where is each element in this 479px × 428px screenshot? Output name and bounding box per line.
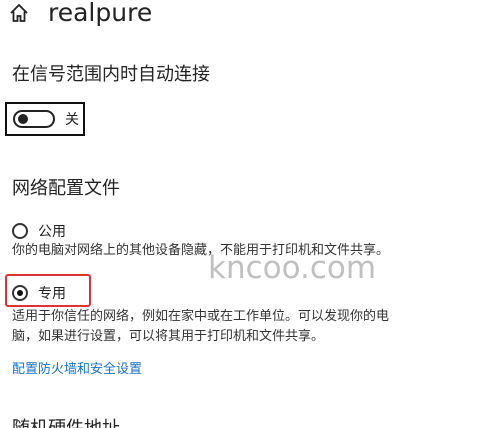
auto-connect-toggle[interactable] (13, 110, 55, 128)
auto-connect-toggle-frame: 关 (5, 102, 85, 136)
private-description-line2: 脑，如果进行设置，可以将其用于打印机和文件共享。 (12, 329, 325, 344)
radio-public-label: 公用 (38, 224, 66, 240)
private-description-line1: 适用于你信任的网络，例如在家中或在工作单位。可以发现你的电 (12, 309, 390, 324)
radio-public[interactable]: 公用 (12, 221, 66, 241)
network-profile-title: 网络配置文件 (12, 178, 120, 199)
watermark: kncoo.com (208, 250, 377, 286)
radio-dot (17, 290, 23, 296)
page-header: realpure (8, 0, 152, 26)
home-icon[interactable] (8, 2, 30, 24)
auto-connect-title: 在信号范围内时自动连接 (12, 64, 210, 85)
radio-private-circle[interactable] (12, 285, 28, 301)
radio-private-label: 专用 (38, 286, 66, 302)
radio-private[interactable]: 专用 (12, 283, 66, 303)
radio-public-circle[interactable] (12, 223, 28, 239)
page-title: realpure (48, 0, 153, 27)
hardware-address-title: 随机硬件地址 (12, 414, 120, 428)
toggle-state-label: 关 (65, 112, 79, 128)
toggle-knob (18, 114, 28, 124)
firewall-settings-link[interactable]: 配置防火墙和安全设置 (12, 358, 142, 377)
